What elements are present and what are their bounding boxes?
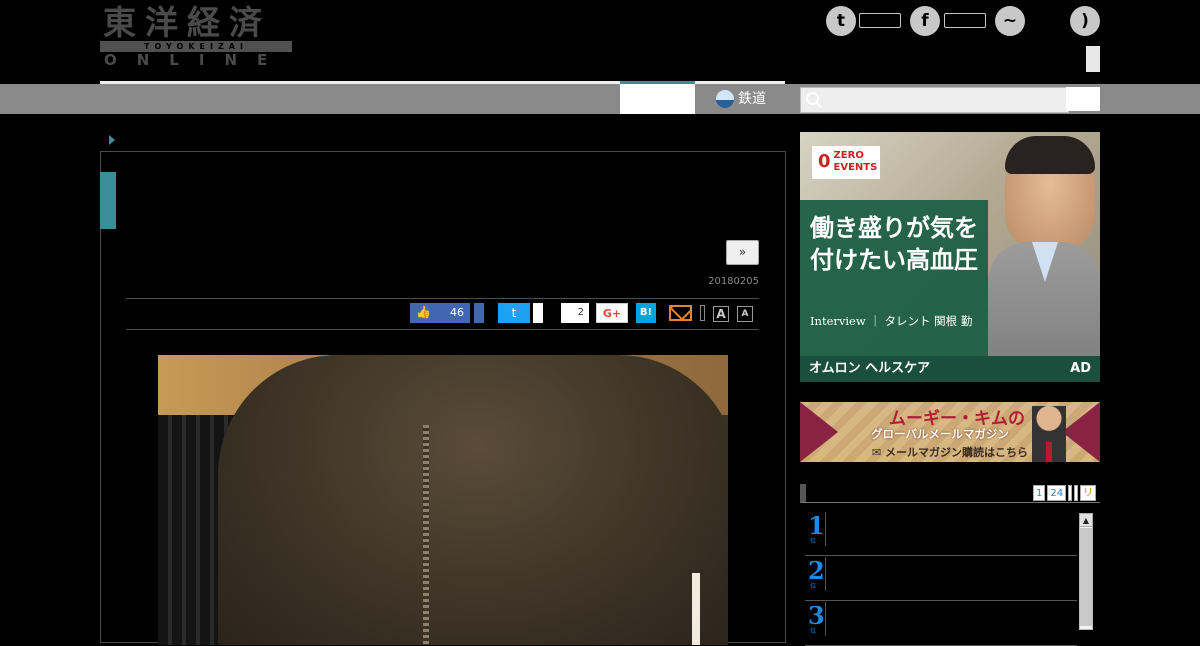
article-date: 20180205: [708, 276, 759, 287]
search-button[interactable]: [1066, 87, 1100, 111]
ranking-tab-list[interactable]: リ: [1080, 485, 1097, 501]
ranking-item[interactable]: 2 位: [805, 555, 1077, 601]
like-count: 46: [450, 306, 464, 319]
zero-events-label: ZERO EVENTS: [833, 150, 878, 173]
thumbs-up-icon: 👍: [416, 305, 431, 319]
ad-mark: AD: [1070, 361, 1091, 376]
ad-sponsor: オムロン ヘルスケア: [809, 361, 931, 376]
font-size-large-button[interactable]: A: [713, 306, 729, 322]
twitter-share-button[interactable]: t: [498, 303, 530, 323]
twitter-follow-count[interactable]: [859, 13, 901, 28]
comment-count[interactable]: 2: [555, 303, 589, 323]
train-icon: [716, 90, 734, 108]
mag-cta: ✉ メールマガジン購読はこちら: [871, 446, 1029, 459]
nav-item-railway-label: 鉄道: [738, 91, 766, 107]
ad-banner-mail-magazine[interactable]: ムーギー・キムの グローバルメールマガジン ✉ メールマガジン購読はこちら: [800, 402, 1100, 462]
search-icon: [806, 92, 819, 105]
ranking-tabs: 1 24 リ: [1033, 485, 1097, 501]
ranking-tab-monthly[interactable]: [1074, 485, 1079, 501]
site-logo-kanji[interactable]: 東洋経済: [103, 4, 271, 42]
print-button[interactable]: [700, 305, 705, 321]
twitter-icon[interactable]: t: [826, 6, 856, 36]
rank-suffix: 位: [810, 538, 817, 545]
ranking-tab-1h[interactable]: 1: [1033, 485, 1046, 501]
messenger-icon[interactable]: ~: [995, 6, 1025, 36]
ranking-tab-24h[interactable]: 24: [1047, 485, 1067, 501]
scroll-up-arrow-icon[interactable]: ▲: [1079, 513, 1093, 527]
site-logo-online: ONLINE: [104, 51, 288, 69]
article-category-tab: [100, 172, 116, 229]
ad-footer: オムロン ヘルスケア AD: [800, 356, 1100, 382]
ranking-tab-weekly[interactable]: [1068, 485, 1073, 501]
facebook-icon[interactable]: f: [910, 6, 940, 36]
facebook-like-count[interactable]: [944, 13, 986, 28]
breadcrumb-arrow-icon: [109, 135, 115, 145]
font-size-small-button[interactable]: A: [737, 306, 753, 322]
ad-headline: 働き盛りが気を付けたい高血圧: [810, 213, 978, 274]
nav-item-railway[interactable]: 鉄道: [716, 84, 766, 114]
ranking-item[interactable]: 3 位: [805, 600, 1077, 646]
google-plus-button[interactable]: G+: [596, 303, 628, 323]
zero-events-logo: 0 ZERO EVENTS: [812, 146, 880, 179]
article-photo: [158, 355, 728, 645]
facebook-like-button[interactable]: 👍 46: [410, 303, 470, 323]
share-bar-bottom-rule: [126, 329, 759, 330]
rss-icon[interactable]: ): [1070, 6, 1100, 36]
mag-subtitle: グローバルメールマガジン: [871, 427, 1009, 441]
ranking-item[interactable]: 1 位: [805, 510, 1077, 556]
twitter-share-count: [530, 303, 543, 323]
search-input[interactable]: [800, 87, 1069, 113]
next-page-button[interactable]: »: [726, 240, 759, 265]
share-bar-top-rule: [126, 298, 759, 299]
member-menu-button[interactable]: [1086, 46, 1100, 72]
rank-suffix: 位: [810, 583, 817, 590]
zero-mark: 0: [818, 151, 831, 172]
nav-tab-active[interactable]: [620, 84, 695, 114]
hatena-bookmark-button[interactable]: B!: [636, 303, 656, 323]
ranking-header-mark: [800, 484, 806, 502]
rank-suffix: 位: [810, 628, 817, 635]
ranking-list: 1 位 2 位 3 位: [805, 510, 1077, 646]
ranking-scroll-thumb[interactable]: [1080, 528, 1092, 626]
ad-byline: Interview ｜ タレント 関根 勤: [810, 314, 973, 328]
facebook-share-button[interactable]: [474, 303, 484, 323]
mail-share-icon[interactable]: [669, 305, 692, 321]
ad-banner-omron[interactable]: 0 ZERO EVENTS 働き盛りが気を付けたい高血圧 Interview ｜…: [800, 132, 1100, 382]
